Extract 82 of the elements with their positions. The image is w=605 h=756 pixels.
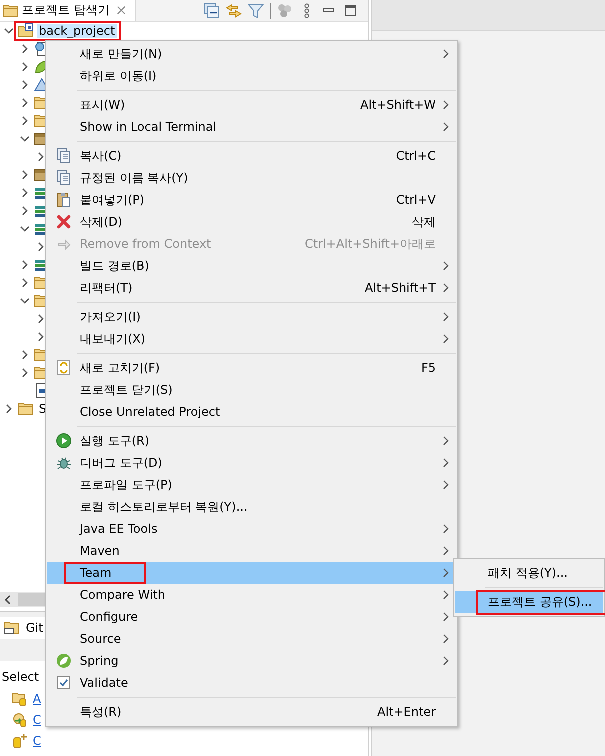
chevron-right-icon[interactable] bbox=[20, 206, 30, 216]
menu-item[interactable]: 빌드 경로(B) bbox=[47, 255, 456, 277]
menu-item[interactable]: Show in Local Terminal bbox=[47, 116, 456, 138]
menu-item[interactable]: 내보내기(X) bbox=[47, 328, 456, 350]
chevron-right-icon[interactable] bbox=[36, 314, 46, 324]
menu-item[interactable]: 하위로 이동(I) bbox=[47, 65, 456, 87]
chevron-right-icon[interactable] bbox=[36, 152, 46, 162]
menu-item[interactable]: 새로 고치기(F) F5 bbox=[47, 357, 456, 379]
maximize-icon[interactable] bbox=[343, 2, 359, 18]
menu-item[interactable]: 규정된 이름 복사(Y) bbox=[47, 167, 456, 189]
close-icon[interactable] bbox=[116, 6, 126, 15]
chevron-right-icon[interactable] bbox=[20, 80, 30, 90]
folder-icon bbox=[18, 401, 34, 417]
git-tab[interactable]: Git bbox=[0, 617, 48, 639]
copy-icon bbox=[56, 170, 72, 186]
delete-x-icon bbox=[56, 214, 72, 230]
menu-item[interactable]: 표시(W) Alt+Shift+W bbox=[47, 94, 456, 116]
chevron-down-icon[interactable] bbox=[20, 224, 30, 234]
view-title: 프로젝트 탐색기 bbox=[22, 2, 110, 19]
chevron-right-icon[interactable] bbox=[20, 170, 30, 180]
chevron-right-icon[interactable] bbox=[36, 242, 46, 252]
chevron-right-icon[interactable] bbox=[20, 350, 30, 360]
cylinder-plus-icon bbox=[12, 732, 28, 748]
leaf-circle-icon bbox=[56, 653, 72, 669]
refresh-icon bbox=[56, 360, 72, 376]
clipboard-icon bbox=[56, 192, 72, 208]
view-tab[interactable]: 프로젝트 탐색기 bbox=[0, 0, 136, 21]
link[interactable]: A bbox=[33, 692, 42, 706]
chevron-right-icon[interactable] bbox=[36, 332, 46, 342]
link-arrows-icon[interactable] bbox=[226, 2, 242, 18]
menu-item[interactable]: 디버그 도구(D) bbox=[47, 452, 456, 474]
menu-item[interactable]: 붙여넣기(P) Ctrl+V bbox=[47, 189, 456, 211]
chevron-down-icon[interactable] bbox=[4, 26, 14, 36]
link[interactable]: C bbox=[33, 734, 42, 748]
collapse-all-icon[interactable] bbox=[204, 2, 220, 18]
chevron-down-icon[interactable] bbox=[20, 296, 30, 306]
bug-icon bbox=[56, 455, 72, 471]
scroll-left-icon[interactable] bbox=[4, 594, 12, 604]
arrow-cylinder-icon bbox=[12, 712, 28, 728]
menu-item[interactable]: 특성(R) Alt+Enter bbox=[47, 701, 456, 723]
chevron-right-icon[interactable] bbox=[20, 188, 30, 198]
menu-item[interactable]: Close Unrelated Project bbox=[47, 401, 456, 423]
menu-item[interactable]: Configure bbox=[47, 606, 456, 628]
chevron-right-icon[interactable] bbox=[20, 44, 30, 54]
menu-item[interactable]: Java EE Tools bbox=[47, 518, 456, 540]
menu-item[interactable]: 삭제(D) 삭제 bbox=[47, 211, 456, 233]
checkbox-icon bbox=[56, 675, 72, 691]
chevron-right-icon[interactable] bbox=[20, 116, 30, 126]
chevron-right-icon[interactable] bbox=[20, 278, 30, 288]
hint-text: Select bbox=[2, 669, 40, 686]
folder-cylinder-icon bbox=[12, 690, 28, 706]
menu-item[interactable]: 프로파일 도구(P) bbox=[47, 474, 456, 496]
explorer-icon bbox=[3, 2, 19, 18]
menu-item[interactable]: 실행 도구(R) bbox=[47, 430, 456, 452]
chevron-right-icon[interactable] bbox=[4, 404, 14, 414]
run-icon bbox=[56, 433, 72, 449]
menu-item[interactable]: Team bbox=[47, 562, 456, 584]
menu-item[interactable]: Maven bbox=[47, 540, 456, 562]
menu-item[interactable]: Validate bbox=[47, 672, 456, 694]
menu-item[interactable]: Source bbox=[47, 628, 456, 650]
menu-item[interactable]: 복사(C) Ctrl+C bbox=[47, 145, 456, 167]
git-folder-icon bbox=[4, 620, 20, 636]
menu-item[interactable]: Compare With bbox=[47, 584, 456, 606]
menu-item[interactable]: 프로젝트 공유(S)... bbox=[455, 591, 603, 613]
project-folder-icon bbox=[18, 23, 34, 39]
panel-title: Git bbox=[26, 621, 44, 635]
chevron-right-icon[interactable] bbox=[20, 62, 30, 72]
menu-item[interactable]: 새로 만들기(N) bbox=[47, 43, 456, 65]
chevron-right-icon[interactable] bbox=[20, 98, 30, 108]
menu-item[interactable]: 가져오기(I) bbox=[47, 306, 456, 328]
chevron-right-icon[interactable] bbox=[20, 368, 30, 378]
filter-icon[interactable] bbox=[248, 2, 264, 18]
menu-item[interactable]: 프로젝트 닫기(S) bbox=[47, 379, 456, 401]
menu-item[interactable]: 리팩터(T) Alt+Shift+T bbox=[47, 277, 456, 299]
link[interactable]: C bbox=[33, 712, 42, 726]
chevron-right-icon[interactable] bbox=[20, 260, 30, 270]
chevron-down-icon[interactable] bbox=[20, 134, 30, 144]
copy-icon bbox=[56, 148, 72, 164]
menu-item[interactable]: 패치 적용(Y)... bbox=[455, 562, 603, 584]
tree-item[interactable]: back_project bbox=[37, 24, 118, 38]
menu-item[interactable]: 로컬 히스토리로부터 복원(Y)... bbox=[47, 496, 456, 518]
menu-item[interactable]: Spring bbox=[47, 650, 456, 672]
